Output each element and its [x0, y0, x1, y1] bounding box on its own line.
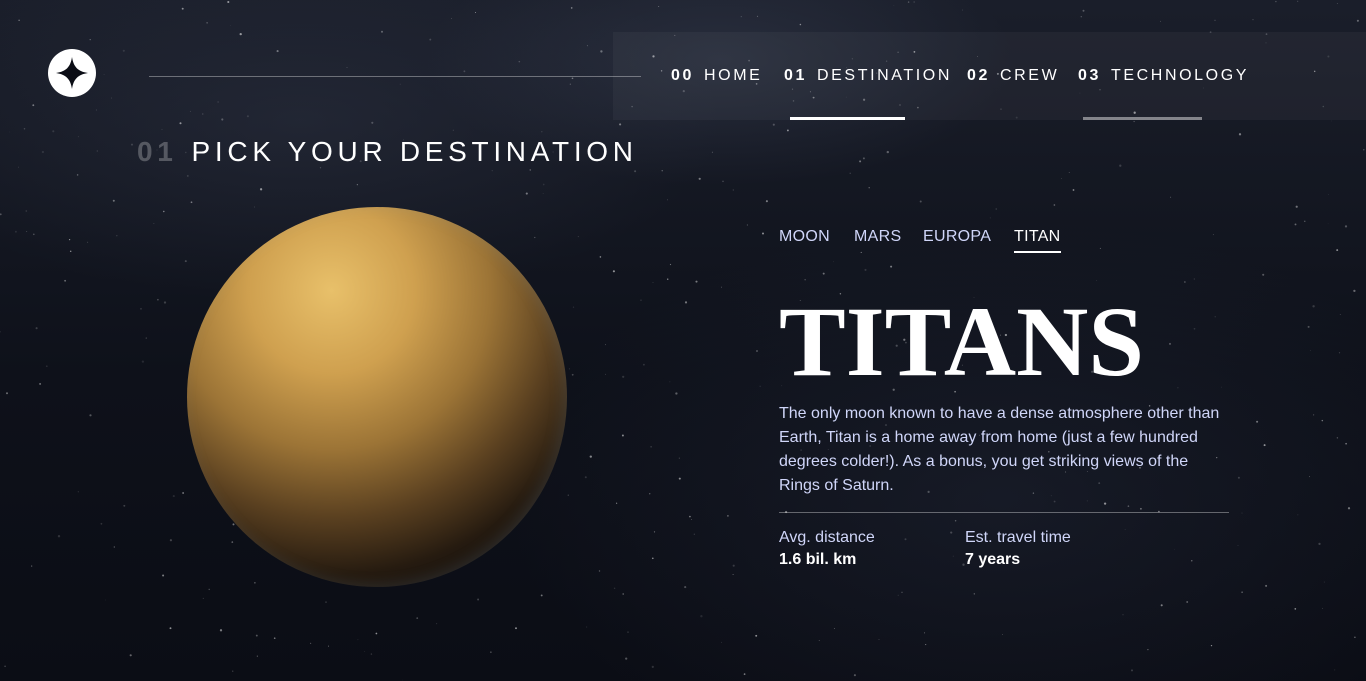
stats-divider [779, 512, 1229, 513]
nav-item-label: DESTINATION [817, 67, 952, 84]
page-title-number: 01 [137, 136, 178, 167]
four-point-star-icon [56, 57, 88, 89]
nav-item-label: TECHNOLOGY [1111, 67, 1250, 84]
nav-hover-indicator [1083, 117, 1202, 120]
nav-item-number: 02 [967, 67, 990, 84]
tab-titan[interactable]: TITAN [1014, 228, 1061, 253]
destination-name: TITANS [779, 286, 1144, 397]
stat-distance-value: 1.6 bil. km [779, 551, 857, 568]
nav-item-technology[interactable]: 03 TECHNOLOGY [1078, 32, 1249, 120]
nav-item-home[interactable]: 00 HOME [671, 32, 762, 120]
nav-active-indicator [790, 117, 905, 120]
destination-tabs: MOON MARS EUROPA TITAN [779, 228, 1079, 258]
destination-description: The only moon known to have a dense atmo… [779, 405, 1220, 494]
tab-moon[interactable]: MOON [779, 228, 830, 246]
stat-travel-value: 7 years [965, 551, 1021, 568]
header-divider [149, 76, 641, 77]
tab-titan-label: TITAN [1014, 228, 1061, 245]
logo-icon[interactable] [48, 49, 96, 97]
main-navigation: 00 HOME 01 DESTINATION 02 CREW 03 TECHNO… [613, 32, 1366, 120]
tab-active-indicator [1014, 251, 1061, 253]
nav-item-label: CREW [1000, 67, 1060, 84]
nav-item-crew[interactable]: 02 CREW [967, 32, 1059, 120]
page-title: 01 PICK YOUR DESTINATION [137, 136, 638, 168]
nav-item-number: 01 [784, 67, 807, 84]
stat-travel-time: Est. travel time 7 years [965, 528, 1071, 572]
stat-distance: Avg. distance 1.6 bil. km [779, 528, 875, 572]
tab-mars[interactable]: MARS [854, 228, 901, 246]
nav-item-label: HOME [704, 67, 763, 84]
nav-item-number: 03 [1078, 67, 1101, 84]
titan-planet-image [187, 207, 567, 587]
stat-travel-label: Est. travel time [965, 529, 1071, 546]
stat-distance-label: Avg. distance [779, 529, 875, 546]
nav-item-destination[interactable]: 01 DESTINATION [784, 32, 952, 120]
page-title-text: PICK YOUR DESTINATION [191, 136, 638, 167]
nav-item-number: 00 [671, 67, 694, 84]
tab-europa[interactable]: EUROPA [923, 228, 991, 246]
